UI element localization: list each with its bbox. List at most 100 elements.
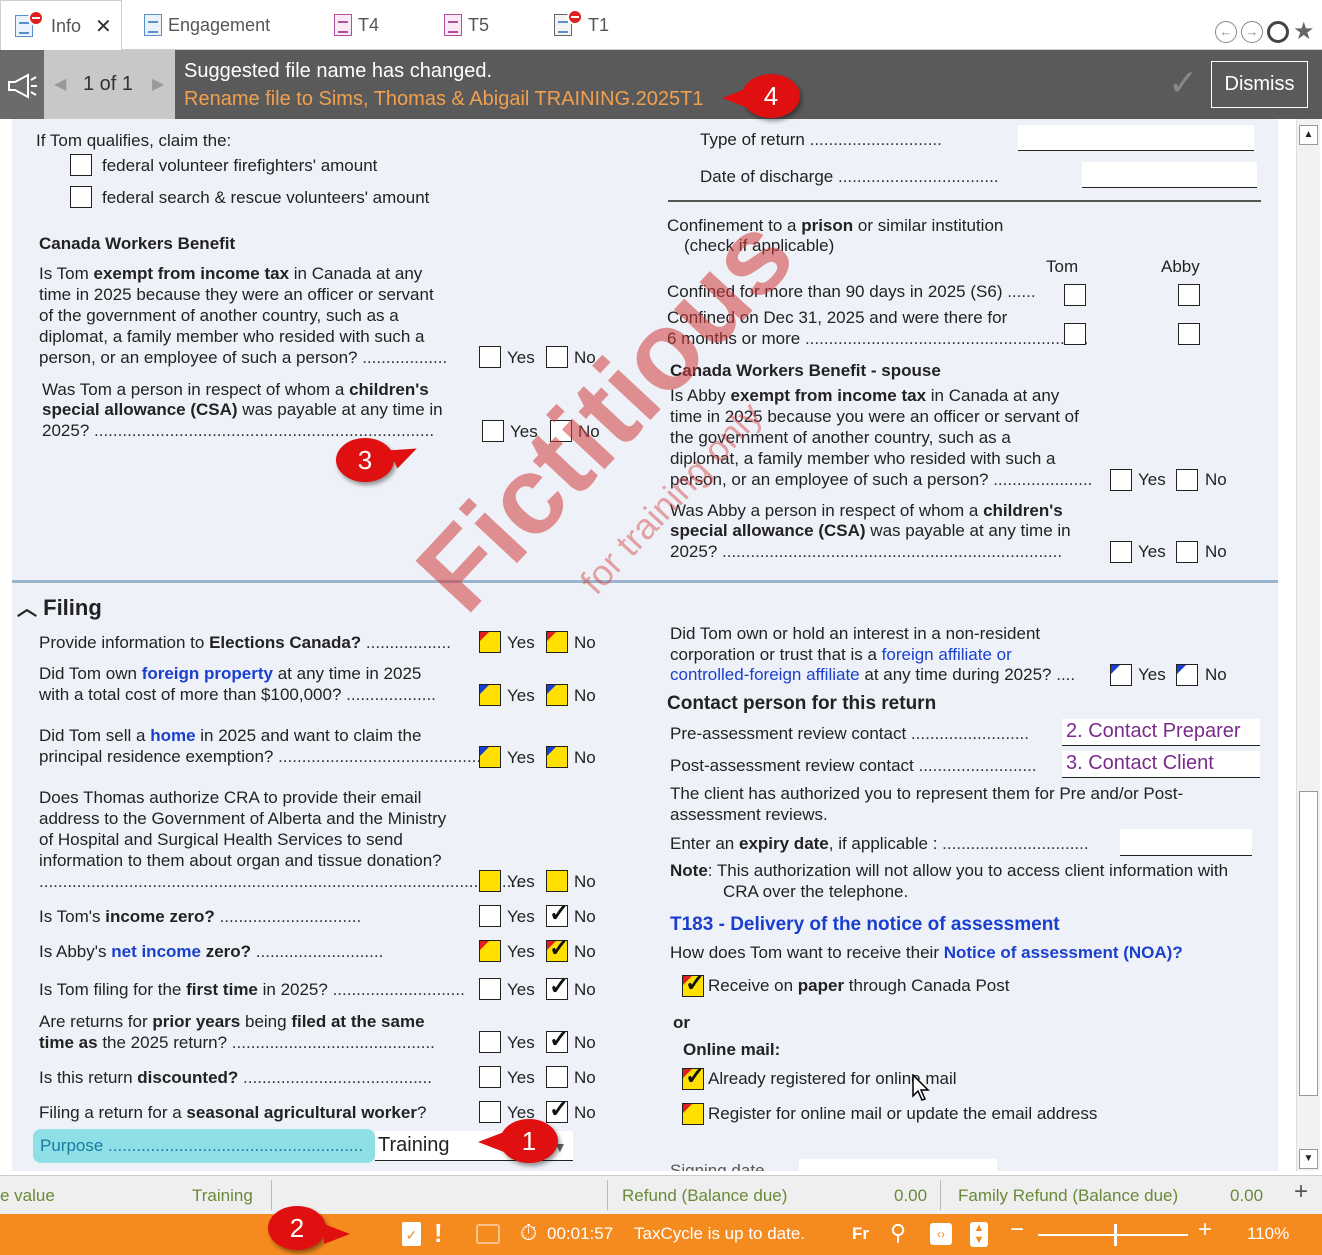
megaphone-icon [8,72,37,99]
discounted-yes-checkbox[interactable] [479,1066,501,1088]
code-icon[interactable]: ‹› [930,1223,952,1245]
conf90-abby-checkbox[interactable] [1178,284,1200,306]
confdec-tom-checkbox[interactable] [1064,323,1086,345]
expand-icon[interactable]: ▲ ▼ [970,1222,988,1247]
signing-date-label: Signing date [670,1161,765,1171]
tab-info[interactable]: Info ✕ [0,0,122,51]
family-refund-label[interactable]: Family Refund (Balance due) [958,1186,1178,1207]
foreign-property-no-checkbox[interactable] [546,684,568,706]
vertical-scrollbar[interactable]: ▲ ▼ [1296,119,1320,1171]
post-assessment-field[interactable]: 3. Contact Client [1062,751,1260,778]
post-assessment-value: 3. Contact Client [1066,752,1214,774]
seasonal-yes-checkbox[interactable] [479,1101,501,1123]
email-no-checkbox[interactable] [546,870,568,892]
first-time-no-checkbox[interactable]: ✓ [546,973,569,1000]
cwb-yes-checkbox[interactable] [479,346,501,368]
foreign-property-yes-checkbox[interactable] [479,684,501,706]
firefighter-checkbox[interactable] [70,154,92,176]
foreign-affiliate-yes-checkbox[interactable] [1110,664,1132,686]
prior-years-no-checkbox[interactable]: ✓ [546,1026,569,1053]
filing-heading[interactable]: ︿ Filing [17,595,102,622]
foreign-affiliate-no-checkbox[interactable] [1176,664,1198,686]
scroll-thumb[interactable] [1299,791,1318,1096]
warning-icon[interactable]: ! [434,1218,443,1249]
back-icon[interactable]: ← [1215,21,1237,43]
conf90-tom-checkbox[interactable] [1064,284,1086,306]
income-zero-no-checkbox[interactable]: ✓ [546,900,569,927]
search-rescue-checkbox[interactable] [70,186,92,208]
contact-heading: Contact person for this return [667,693,937,714]
banner-message: Suggested file name has changed. [184,60,492,82]
expiry-date-field[interactable] [1120,829,1252,856]
forward-icon[interactable]: → [1241,21,1263,43]
zoom-in-icon[interactable]: + [1198,1218,1212,1241]
type-return-field[interactable] [1018,125,1254,151]
add-icon[interactable]: + [1294,1180,1308,1203]
checkmark-icon[interactable]: ✓ [1168,62,1198,104]
zoom-out-icon[interactable]: − [1010,1218,1024,1241]
discharge-date-field[interactable] [1082,162,1257,188]
register-update-checkbox[interactable] [682,1103,704,1125]
zoom-slider[interactable] [1038,1234,1188,1236]
seasonal-no-checkbox[interactable]: ✓ [546,1096,569,1123]
refund-label[interactable]: Refund (Balance due) [622,1186,787,1207]
search-icon[interactable]: ⚲ [890,1220,906,1246]
prior-years-yes-checkbox[interactable] [479,1031,501,1053]
rename-file-link[interactable]: Rename file to Sims, Thomas & Abigail TR… [184,88,703,111]
cwb-spouse-yes-checkbox[interactable] [1110,469,1132,491]
csa-spouse-no-checkbox[interactable] [1176,541,1198,563]
summary-bar: e value Training Refund (Balance due) 0.… [0,1175,1322,1214]
cwb-heading: Canada Workers Benefit [39,234,236,253]
prev-icon[interactable]: ◀ [54,74,66,94]
paper-checkbox[interactable]: ✓ [682,970,705,997]
slip-icon [334,14,352,36]
star-icon[interactable]: ★ [1293,20,1315,44]
csa-spouse-question: Was Abby a person in respect of whom a c… [670,501,1063,520]
pre-assessment-field[interactable]: 2. Contact Preparer [1062,719,1260,746]
scroll-down-icon[interactable]: ▼ [1299,1149,1318,1169]
net-income-no-checkbox[interactable]: ✓ [546,935,569,962]
close-icon[interactable]: ✕ [95,14,112,39]
cwb-question-line: of the government of another country, su… [39,306,399,325]
document-check-icon[interactable]: ✓ [402,1222,421,1246]
no-label: No [574,633,596,652]
tab-t1[interactable]: T1 [554,0,634,50]
yes-label: Yes [507,633,535,652]
refresh-icon[interactable] [1267,21,1289,43]
yes-label: Yes [507,686,535,705]
dismiss-button[interactable]: Dismiss [1211,61,1308,108]
language-toggle[interactable]: Fr [852,1224,869,1245]
signing-date-field[interactable] [799,1159,997,1171]
summary-value-label: e value [0,1186,55,1205]
email-line: address to the Government of Alberta and… [39,809,447,828]
foreign-property-question: Did Tom own foreign property at any time… [39,664,422,683]
next-icon[interactable]: ▶ [152,74,164,94]
review-icon[interactable] [476,1224,500,1244]
discounted-no-checkbox[interactable] [546,1066,568,1088]
scroll-up-icon[interactable]: ▲ [1299,125,1318,145]
yes-label: Yes [507,942,535,961]
registered-checkbox[interactable]: ✓ [682,1063,705,1090]
home-yes-checkbox[interactable] [479,746,501,768]
elections-yes-checkbox[interactable] [479,631,501,653]
stopwatch-icon[interactable]: ⏱ [520,1220,537,1246]
tab-engagement[interactable]: Engagement [144,0,294,50]
email-line: information to them about organ and tiss… [39,851,442,870]
home-no-checkbox[interactable] [546,746,568,768]
tab-t4[interactable]: T4 [334,0,414,50]
elections-no-checkbox[interactable] [546,631,568,653]
zoom-slider-thumb[interactable] [1114,1224,1117,1246]
first-time-yes-checkbox[interactable] [479,978,501,1000]
t183-heading[interactable]: T183 - Delivery of the notice of assessm… [670,914,1060,936]
cwb-spouse-no-checkbox[interactable] [1176,469,1198,491]
income-zero-yes-checkbox[interactable] [479,905,501,927]
no-label: No [574,1103,596,1122]
tab-label: T5 [468,14,490,35]
tab-t5[interactable]: T5 [444,0,524,50]
prior-years-line: time as the 2025 return? ...............… [39,1033,435,1052]
net-income-yes-checkbox[interactable] [479,940,501,962]
confdec-abby-checkbox[interactable] [1178,323,1200,345]
csa-spouse-yes-checkbox[interactable] [1110,541,1132,563]
abby-col-header: Abby [1161,257,1200,276]
email-yes-checkbox[interactable] [479,870,501,892]
